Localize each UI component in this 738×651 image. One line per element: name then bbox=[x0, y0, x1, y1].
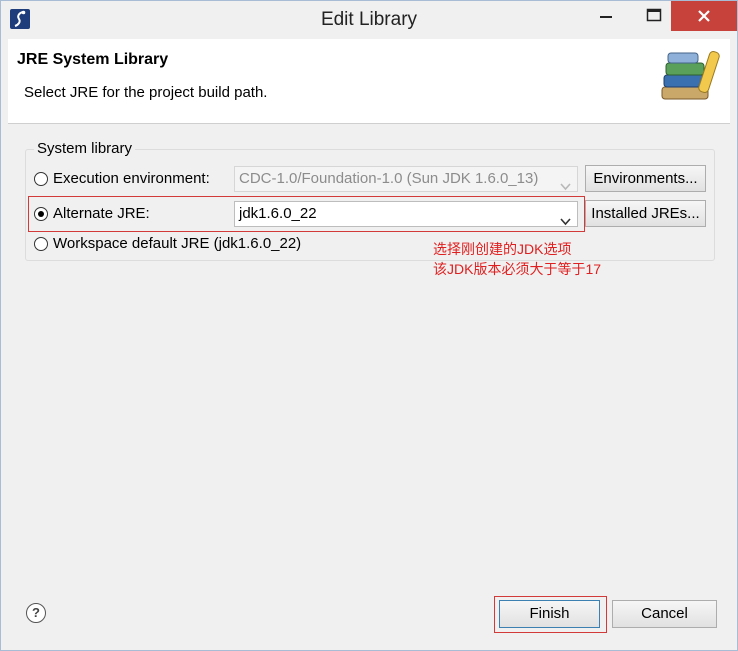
group-label: System library bbox=[34, 140, 136, 157]
close-button[interactable] bbox=[671, 1, 737, 31]
installed-jres-button[interactable]: Installed JREs... bbox=[585, 200, 706, 227]
workspace-default-label: Workspace default JRE (jdk1.6.0_22) bbox=[53, 235, 302, 252]
environments-button[interactable]: Environments... bbox=[585, 165, 706, 192]
execution-environment-label: Execution environment: bbox=[53, 170, 210, 187]
chevron-down-icon bbox=[560, 210, 571, 226]
annotation-line-2: 该JDK版本必须大于等于17 bbox=[433, 261, 602, 277]
annotation-line-1: 选择刚创建的JDK选项 bbox=[433, 241, 572, 257]
alternate-jre-radio[interactable] bbox=[34, 207, 48, 221]
radio-selected-dot bbox=[38, 211, 44, 217]
dialog-footer: ? Finish Cancel bbox=[8, 587, 730, 647]
alternate-jre-select[interactable]: jdk1.6.0_22 bbox=[234, 201, 578, 227]
alternate-jre-value: jdk1.6.0_22 bbox=[239, 205, 317, 222]
header-title: JRE System Library bbox=[17, 51, 169, 68]
execution-environment-select[interactable]: CDC-1.0/Foundation-1.0 (Sun JDK 1.6.0_13… bbox=[234, 166, 578, 192]
title-bar[interactable]: Edit Library bbox=[1, 1, 737, 37]
edit-library-dialog: Edit Library JRE System Library Select J… bbox=[0, 0, 738, 651]
execution-environment-radio[interactable] bbox=[34, 172, 48, 186]
alternate-jre-label: Alternate JRE: bbox=[53, 205, 150, 222]
books-icon bbox=[660, 47, 720, 109]
cancel-button[interactable]: Cancel bbox=[612, 600, 717, 628]
dialog-content: System library Execution environment: CD… bbox=[8, 124, 730, 607]
help-icon[interactable]: ? bbox=[26, 603, 46, 623]
window-title: Edit Library bbox=[320, 9, 418, 30]
finish-button[interactable]: Finish bbox=[499, 600, 600, 628]
header-description: Select JRE for the project build path. bbox=[24, 84, 268, 101]
workspace-default-radio[interactable] bbox=[34, 237, 48, 251]
execution-environment-value: CDC-1.0/Foundation-1.0 (Sun JDK 1.6.0_13… bbox=[239, 170, 539, 187]
dialog-header: JRE System Library Select JRE for the pr… bbox=[8, 39, 730, 124]
maximize-button[interactable] bbox=[637, 1, 671, 31]
chevron-down-icon bbox=[560, 175, 571, 191]
minimize-button[interactable] bbox=[589, 1, 623, 31]
